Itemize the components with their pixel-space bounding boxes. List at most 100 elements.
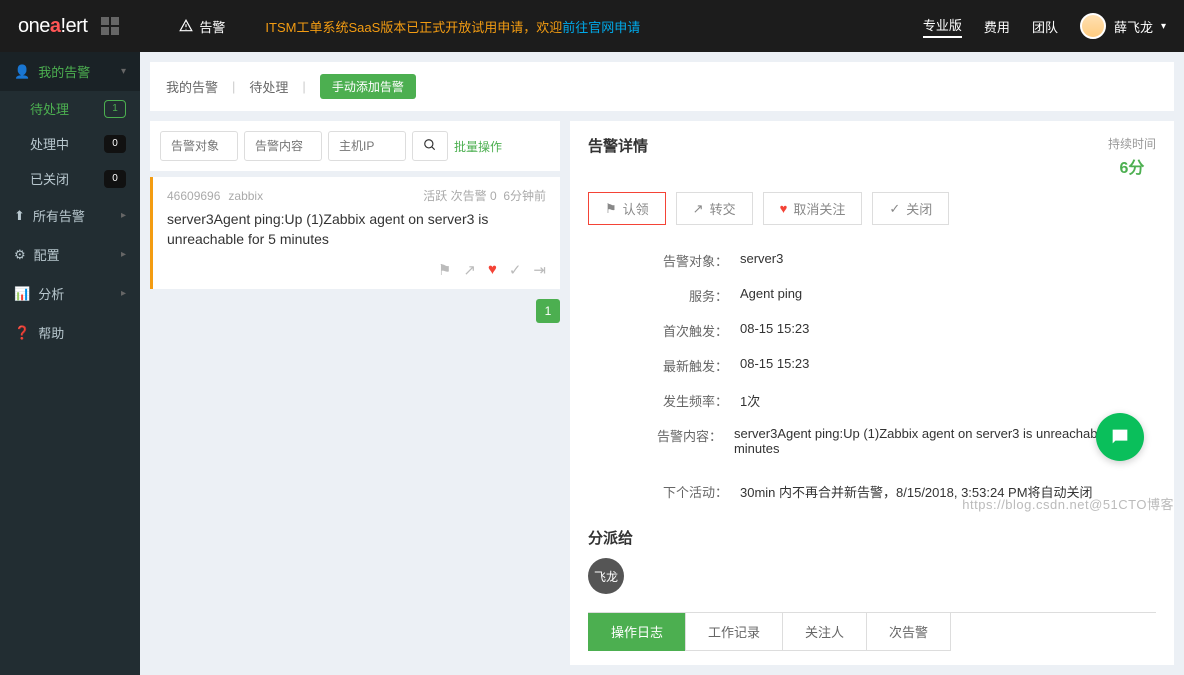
alert-id: 46609696 — [167, 189, 220, 203]
check-icon[interactable]: ✓ — [509, 261, 522, 279]
duration-box: 持续时间 6分 — [1108, 135, 1156, 178]
share-icon[interactable]: ↗ — [463, 261, 476, 279]
chevron-right-icon: ▸ — [121, 210, 126, 221]
alert-card-actions: ⚑ ↗ ♥ ✓ ⇥ — [167, 261, 546, 279]
bulk-ops-link[interactable]: 批量操作 — [454, 138, 502, 155]
sidebar-config[interactable]: ⚙ 配置 ▸ — [0, 235, 140, 274]
logo[interactable]: onea!ert — [18, 15, 87, 38]
sidebar-processing-label: 处理中 — [30, 134, 69, 153]
field-freq-value: 1次 — [728, 391, 760, 410]
claim-button[interactable]: ⚑ 认领 — [588, 192, 666, 225]
unfollow-button[interactable]: ♥ 取消关注 — [763, 192, 863, 225]
sidebar-item-pending[interactable]: 待处理 1 — [0, 91, 140, 126]
sidebar-pending-label: 待处理 — [30, 99, 69, 118]
sidebar-closed-label: 已关闭 — [30, 169, 69, 188]
field-next-label: 下个活动： — [638, 482, 728, 501]
sidebar-analysis-label: 分析 — [38, 284, 64, 303]
assign-title: 分派给 — [588, 527, 1156, 548]
unfollow-label: 取消关注 — [793, 199, 845, 218]
detail-tabs: 操作日志 工作记录 关注人 次告警 — [588, 612, 1156, 651]
filter-content-input[interactable] — [244, 131, 322, 161]
chat-fab[interactable] — [1096, 413, 1144, 461]
tab-work[interactable]: 工作记录 — [685, 613, 783, 651]
topbar-right: 专业版 费用 团队 薛飞龙 ▾ — [923, 13, 1166, 39]
field-svc-label: 服务： — [638, 286, 728, 305]
field-content-value: server3Agent ping:Up (1)Zabbix agent on … — [722, 426, 1156, 456]
close-label: 关闭 — [906, 199, 932, 218]
alert-source: zabbix — [228, 189, 263, 203]
flag-icon: ⚑ — [605, 201, 617, 217]
crumb-pending[interactable]: 待处理 — [249, 77, 288, 96]
heart-icon[interactable]: ♥ — [488, 261, 497, 279]
logo-post: !ert — [61, 15, 88, 37]
claim-label: 认领 — [623, 199, 649, 218]
gear-icon: ⚙ — [14, 247, 26, 263]
chat-icon — [1109, 426, 1131, 448]
filter-bar: 批量操作 — [150, 121, 560, 171]
alert-ago: 6分钟前 — [503, 189, 546, 203]
alert-status-label: 活跃 次告警 — [423, 189, 486, 203]
sidebar-my-alerts[interactable]: 👤 我的告警 ▾ — [0, 52, 140, 91]
sidebar-all-alerts-label: 所有告警 — [33, 206, 85, 225]
alert-meta-right: 活跃 次告警 0 6分钟前 — [423, 187, 546, 204]
processing-count-badge: 0 — [104, 135, 126, 153]
banner-link[interactable]: 前往官网申请 — [562, 20, 640, 35]
field-content-label: 告警内容： — [638, 426, 722, 456]
sidebar-analysis[interactable]: 📊 分析 ▸ — [0, 274, 140, 313]
sidebar-my-alerts-label: 我的告警 — [38, 62, 90, 81]
nav-alert[interactable]: 告警 — [179, 17, 225, 36]
tab-secondary[interactable]: 次告警 — [866, 613, 951, 651]
transfer-label: 转交 — [710, 199, 736, 218]
sidebar-config-label: 配置 — [34, 245, 60, 264]
search-button[interactable] — [412, 131, 448, 161]
upload-icon: ⬆ — [14, 208, 25, 224]
alert-card[interactable]: 46609696 zabbix 活跃 次告警 0 6分钟前 server3Age… — [150, 177, 560, 289]
page-1[interactable]: 1 — [536, 299, 560, 323]
field-first-value: 08-15 15:23 — [728, 321, 809, 340]
detail-fields: 告警对象：server3 服务：Agent ping 首次触发：08-15 15… — [638, 243, 1156, 509]
crumb-my[interactable]: 我的告警 — [166, 77, 218, 96]
apps-icon[interactable] — [101, 17, 119, 35]
nav-fee[interactable]: 费用 — [984, 17, 1010, 36]
assignee-chip[interactable]: 飞龙 — [588, 558, 624, 594]
filter-host-input[interactable] — [328, 131, 406, 161]
user-icon: 👤 — [14, 64, 30, 80]
close-button[interactable]: ✓ 关闭 — [872, 192, 949, 225]
divider: | — [302, 79, 305, 94]
chevron-right-icon: ▸ — [121, 288, 126, 299]
field-first-label: 首次触发： — [638, 321, 728, 340]
field-latest-value: 08-15 15:23 — [728, 356, 809, 375]
duration-value: 6分 — [1108, 154, 1156, 178]
chevron-down-icon: ▾ — [121, 66, 126, 77]
tab-followers[interactable]: 关注人 — [782, 613, 867, 651]
field-obj-value: server3 — [728, 251, 783, 270]
avatar-icon — [1080, 13, 1106, 39]
user-menu[interactable]: 薛飞龙 ▾ — [1080, 13, 1166, 39]
search-icon — [423, 138, 437, 152]
nav-team[interactable]: 团队 — [1032, 17, 1058, 36]
pagination: 1 — [150, 299, 560, 323]
warning-icon — [179, 19, 193, 33]
sidebar-all-alerts[interactable]: ⬆ 所有告警 ▸ — [0, 196, 140, 235]
sidebar-help[interactable]: ❓ 帮助 — [0, 313, 140, 352]
sidebar-item-closed[interactable]: 已关闭 0 — [0, 161, 140, 196]
nav-pro[interactable]: 专业版 — [923, 15, 962, 38]
chevron-down-icon: ▾ — [1161, 21, 1166, 32]
topbar: onea!ert 告警 ITSM工单系统SaaS版本已正式开放试用申请，欢迎前往… — [0, 0, 1184, 52]
tab-log[interactable]: 操作日志 — [588, 613, 686, 651]
transfer-button[interactable]: ↗转交 — [676, 192, 753, 225]
export-icon[interactable]: ⇥ — [533, 261, 546, 279]
announcement-banner: ITSM工单系统SaaS版本已正式开放试用申请，欢迎前往官网申请 — [265, 17, 640, 36]
manual-add-button[interactable]: 手动添加告警 — [320, 74, 416, 99]
closed-count-badge: 0 — [104, 170, 126, 188]
filter-object-input[interactable] — [160, 131, 238, 161]
username: 薛飞龙 — [1114, 17, 1153, 36]
heart-icon: ♥ — [780, 201, 788, 216]
check-icon: ✓ — [889, 201, 900, 217]
flag-icon[interactable]: ⚑ — [438, 261, 451, 279]
sidebar: 👤 我的告警 ▾ 待处理 1 处理中 0 已关闭 0 ⬆ 所有告警 ▸ ⚙ 配置… — [0, 52, 140, 675]
sidebar-item-processing[interactable]: 处理中 0 — [0, 126, 140, 161]
detail-title: 告警详情 — [588, 135, 648, 156]
alert-title: server3Agent ping:Up (1)Zabbix agent on … — [167, 210, 546, 249]
field-latest-label: 最新触发： — [638, 356, 728, 375]
